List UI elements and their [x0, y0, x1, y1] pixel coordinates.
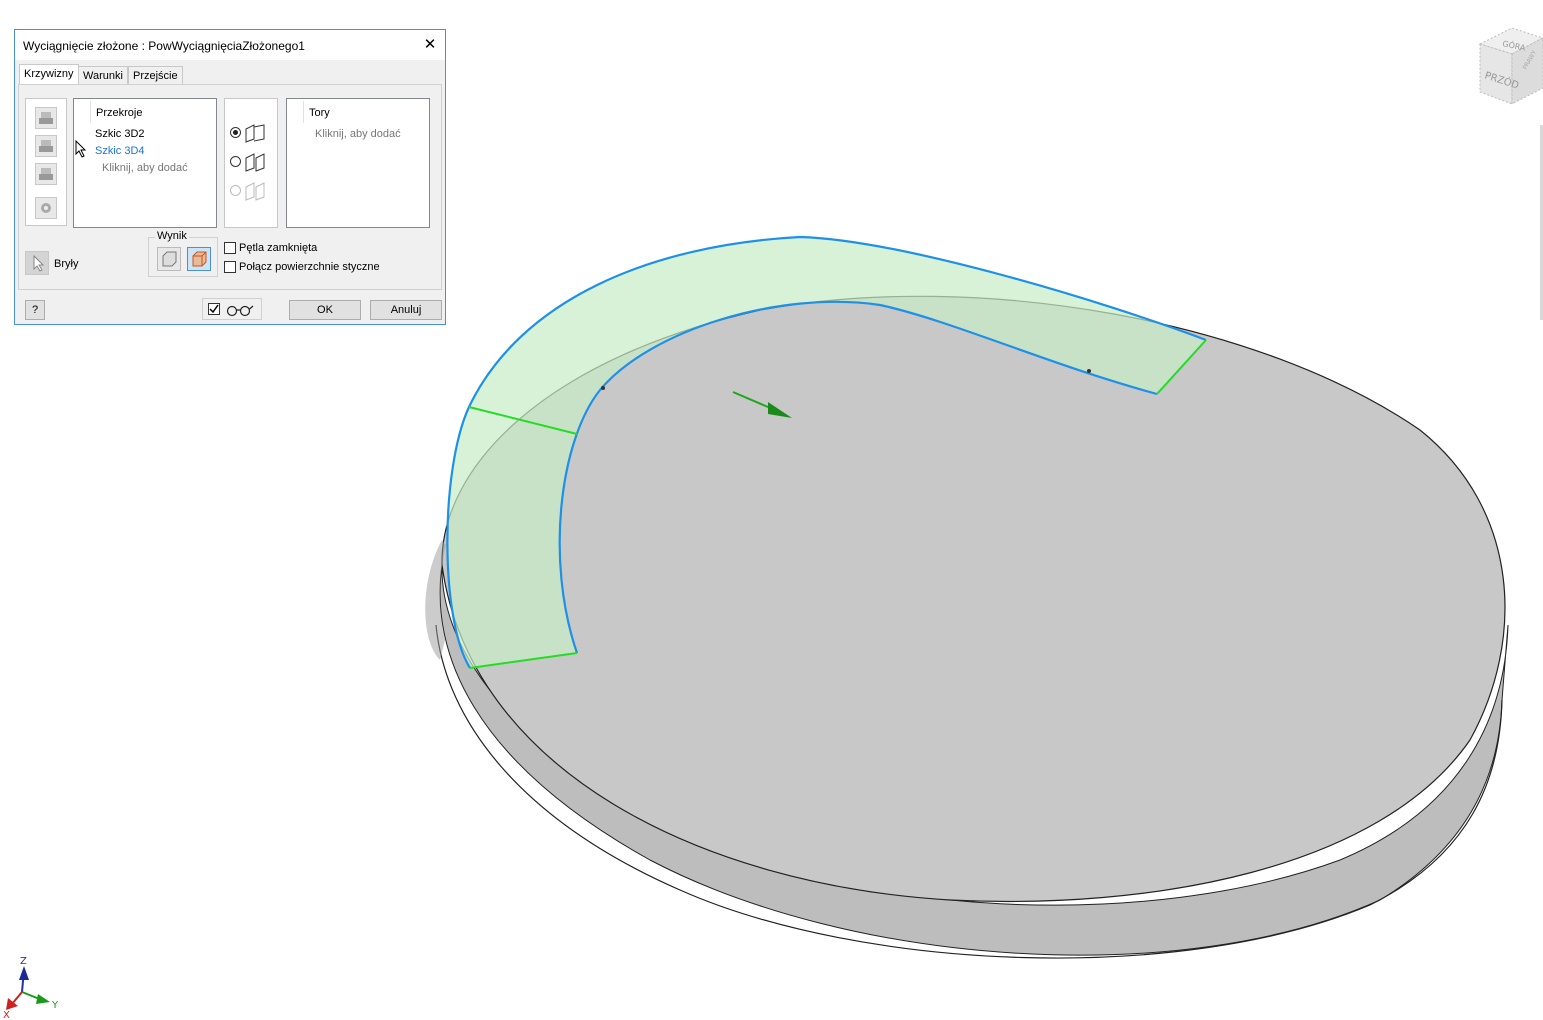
z-axis-arrow-icon	[19, 966, 29, 980]
tab-transition[interactable]: Przejście	[128, 66, 183, 84]
tab-conditions[interactable]: Warunki	[78, 66, 128, 84]
list-separator	[90, 101, 91, 123]
dialog-titlebar[interactable]: Wyciągnięcie złożone : PowWyciągnięciaZł…	[15, 30, 445, 60]
gear-icon	[41, 203, 51, 213]
reorder-icon	[39, 168, 53, 180]
loft-dialog: Wyciągnięcie złożone : PowWyciągnięciaZł…	[14, 29, 446, 325]
close-button[interactable]: ✕	[421, 36, 439, 54]
output-solid-button[interactable]	[157, 247, 181, 271]
sketch-point	[1087, 369, 1091, 373]
area-loft-option-icon	[245, 182, 265, 201]
mouse-cursor-icon	[75, 140, 87, 158]
move-up-button[interactable]	[35, 107, 57, 129]
solid-output-icon	[162, 251, 177, 267]
section-item-2[interactable]: Szkic 3D4	[95, 145, 145, 157]
rails-header: Tory	[309, 107, 330, 119]
y-axis-label: Y	[51, 1000, 59, 1011]
tab-curves[interactable]: Krzywizny	[19, 64, 79, 85]
y-axis-arrow-icon	[36, 994, 50, 1004]
preview-toggle[interactable]	[202, 298, 262, 320]
sections-header: Przekroje	[96, 107, 143, 119]
settings-button[interactable]	[35, 197, 57, 219]
section-item-1[interactable]: Szkic 3D2	[95, 128, 145, 140]
surface-output-icon	[192, 251, 207, 267]
cursor-icon	[33, 254, 45, 272]
rails-option-radio[interactable]	[230, 127, 241, 138]
center-line-option-radio[interactable]	[230, 156, 241, 167]
closed-loop-label[interactable]: Pętla zamknięta	[239, 242, 317, 254]
move-down-button[interactable]	[35, 135, 57, 157]
help-button[interactable]: ?	[25, 300, 45, 320]
coordinate-triad: Z Y X	[3, 956, 59, 1020]
output-surface-button[interactable]	[187, 247, 211, 271]
cancel-button[interactable]: Anuluj	[370, 300, 442, 320]
dialog-title: Wyciągnięcie złożone : PowWyciągnięciaZł…	[23, 39, 305, 53]
closed-loop-checkbox[interactable]	[224, 242, 236, 254]
center-line-option-icon	[245, 153, 265, 172]
preview-checkbox[interactable]	[208, 303, 220, 315]
x-axis-label: X	[3, 1010, 10, 1020]
output-group: Wynik	[148, 230, 218, 277]
loft-type-options	[224, 98, 278, 228]
move-down-icon	[39, 140, 53, 152]
help-icon: ?	[31, 304, 39, 316]
list-separator	[303, 101, 304, 123]
rails-option-icon	[245, 124, 265, 143]
ok-button[interactable]: OK	[289, 300, 361, 320]
x-axis	[11, 991, 23, 1005]
side-button-column	[25, 98, 67, 226]
sections-add-placeholder[interactable]: Kliknij, aby dodać	[102, 162, 188, 174]
sections-list[interactable]: Przekroje Szkic 3D2 Szkic 3D4 Kliknij, a…	[73, 98, 217, 228]
checkmark-icon	[209, 304, 219, 314]
sketch-point	[601, 386, 605, 390]
tab-panel-curves: Przekroje Szkic 3D2 Szkic 3D4 Kliknij, a…	[18, 84, 442, 290]
z-axis-label: Z	[20, 956, 27, 967]
solids-label: Bryły	[54, 258, 79, 270]
rails-add-placeholder[interactable]: Kliknij, aby dodać	[315, 128, 401, 140]
output-group-label: Wynik	[155, 230, 189, 242]
merge-tangent-checkbox[interactable]	[224, 261, 236, 273]
solids-select-button[interactable]	[25, 251, 49, 275]
move-up-icon	[39, 112, 53, 124]
rails-list[interactable]: Tory Kliknij, aby dodać	[286, 98, 430, 228]
merge-tangent-label[interactable]: Połącz powierzchnie styczne	[239, 261, 380, 273]
viewcube[interactable]: GÓRA PRZÓD PRAWY	[1472, 24, 1543, 112]
area-loft-option-radio[interactable]	[230, 185, 241, 196]
glasses-icon	[226, 305, 254, 317]
reorder-button[interactable]	[35, 163, 57, 185]
